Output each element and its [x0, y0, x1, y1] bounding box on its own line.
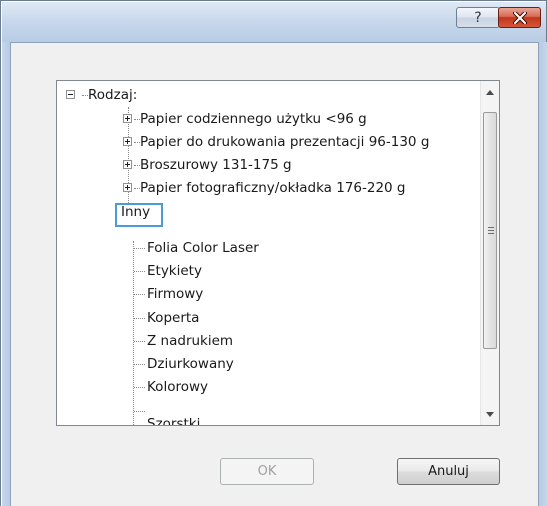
- tree-node-group[interactable]: Papier do drukowania prezentacji 96-130 …: [140, 131, 429, 153]
- tree-node-label: Firmowy: [147, 286, 204, 302]
- tree-node-label: Papier fotograficzny/okładka 176-220 g: [140, 180, 406, 196]
- grip-line: [488, 233, 494, 234]
- scroll-up-arrow-icon[interactable]: [481, 83, 499, 101]
- tree-node-group[interactable]: Broszurowy 131-175 g: [140, 154, 292, 176]
- tree-node-label: Folia Color Laser: [147, 240, 259, 256]
- tree-node-label: Papier do drukowania prezentacji 96-130 …: [140, 134, 430, 150]
- expand-icon[interactable]: [123, 160, 132, 169]
- tree-line: [134, 364, 145, 365]
- grip-line: [488, 227, 494, 228]
- tree-node-leaf[interactable]: Etykiety: [147, 260, 202, 282]
- tree-node-leaf[interactable]: Szorstki: [147, 413, 200, 425]
- tree-node-label: Dziurkowany: [147, 356, 234, 372]
- tree-line: [134, 318, 145, 319]
- expand-icon[interactable]: [123, 114, 132, 123]
- scroll-down-arrow-icon[interactable]: [481, 405, 499, 423]
- question-mark-icon: ?: [474, 9, 482, 26]
- tree-viewport: Rodzaj: Papier codziennego użytku <96 g …: [57, 81, 480, 425]
- tree-node-label: Papier codziennego użytku <96 g: [140, 111, 367, 127]
- tree-node-leaf[interactable]: Firmowy: [147, 283, 203, 305]
- window-frame-right: [539, 42, 547, 506]
- tree-node-label: Broszurowy 131-175 g: [140, 157, 292, 173]
- tree-node-leaf[interactable]: Dziurkowany: [147, 353, 234, 375]
- tree-line: [133, 241, 134, 425]
- tree-node-leaf[interactable]: Z nadrukiem: [147, 330, 233, 352]
- tree-node-root[interactable]: Rodzaj:: [88, 84, 137, 106]
- tree-node-leaf[interactable]: Kolorowy: [147, 376, 208, 398]
- tree-node-leaf[interactable]: Folia Color Laser: [147, 237, 259, 259]
- expand-icon[interactable]: [123, 183, 132, 192]
- tree-line: [134, 248, 145, 249]
- tree-node-label: Rodzaj:: [88, 87, 138, 103]
- tree-node-leaf[interactable]: Koperta: [147, 307, 199, 329]
- tree-line: [134, 341, 145, 342]
- vertical-scrollbar[interactable]: [480, 81, 499, 425]
- paper-type-dialog: ? Rodzaj: Papier codziennego użytku <96 …: [0, 0, 547, 506]
- tree-node-label: Koperta: [147, 310, 200, 326]
- cancel-button[interactable]: Anuluj: [397, 458, 500, 485]
- window-frame-left: [2, 42, 10, 506]
- tree-node-label: Z nadrukiem: [147, 333, 234, 349]
- close-x-icon: [512, 11, 527, 24]
- tree-line: [134, 271, 145, 272]
- scrollbar-thumb[interactable]: [483, 112, 497, 349]
- title-bar[interactable]: ?: [2, 2, 546, 42]
- tree-line: [134, 294, 145, 295]
- tree-node-group[interactable]: Papier codziennego użytku <96 g: [140, 108, 367, 130]
- tree-node-label: Etykiety: [147, 263, 202, 279]
- tree-node-label: Szorstki: [147, 416, 201, 425]
- tree-node-label: Inny: [121, 204, 151, 220]
- grip-line: [488, 230, 494, 231]
- collapse-icon[interactable]: [66, 90, 75, 99]
- tree-node-group[interactable]: Papier fotograficzny/okładka 176-220 g: [140, 177, 406, 199]
- tree-line: [134, 411, 145, 412]
- close-button[interactable]: [498, 7, 541, 28]
- tree-node-group-selected[interactable]: Inny: [121, 201, 150, 223]
- tree-node-label: Kolorowy: [147, 379, 208, 395]
- ok-button[interactable]: OK: [220, 458, 314, 485]
- tree-line: [134, 387, 145, 388]
- paper-type-tree[interactable]: Rodzaj: Papier codziennego użytku <96 g …: [56, 80, 500, 426]
- expand-icon[interactable]: [123, 137, 132, 146]
- help-button[interactable]: ?: [456, 7, 500, 28]
